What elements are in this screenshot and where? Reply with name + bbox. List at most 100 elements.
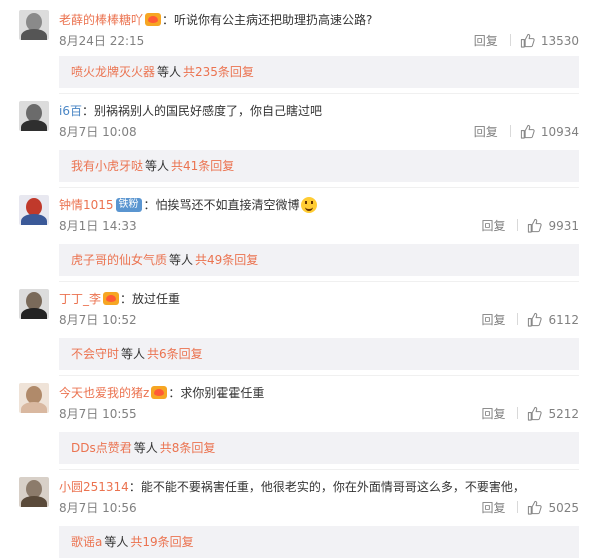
like-count: 5212 [548,407,579,421]
comment-meta: 8月7日 10:52 回复 6112 [59,311,579,329]
comment-time: 8月7日 10:56 [59,501,137,515]
sub-reply-user[interactable]: 歌谣a [71,535,102,549]
comment-actions: 回复 5212 [481,405,579,423]
comment-divider [59,281,579,282]
username-link[interactable]: 小圆251314 [59,480,129,494]
comment-line: 丁丁_李 ：放过任重 [59,289,180,309]
sub-reply-user[interactable]: 我有小虎牙哒 [71,159,143,173]
reply-button[interactable]: 回复 [481,501,505,515]
sub-reply-user[interactable]: 喷火龙牌灭火器 [71,65,155,79]
username-link[interactable]: 钟情1015 [59,198,114,212]
comment-time: 8月24日 22:15 [59,34,145,48]
like-count: 10934 [540,125,579,139]
action-divider [509,125,511,137]
like-count: 13530 [540,34,579,48]
username-link[interactable]: 老薛的棒棒糖吖 [59,13,143,27]
smile-emoji-icon [300,196,317,213]
comment-text: ：求你别霍霍任重 [168,386,265,400]
sub-reply-separator: 等人 [104,535,129,549]
comment-line: 小圆251314：能不能不要祸害任重，他很老实的，你在外面情哥哥这么多，不要害他… [59,477,525,497]
comment-actions: 回复 9931 [481,217,579,235]
action-divider [517,219,519,231]
action-divider [509,34,511,46]
sub-reply-user[interactable]: DDs点赞君 [71,441,132,455]
sub-reply-user[interactable]: 不会守时 [71,347,119,361]
comment-time: 8月7日 10:52 [59,313,137,327]
more-replies-link[interactable]: 共235条回复 [183,65,254,79]
username-link[interactable]: 今天也爱我的猪z [59,386,149,400]
thumbs-up-icon[interactable] [520,124,535,139]
comment-meta: 8月7日 10:56 回复 5025 [59,499,579,517]
reply-button[interactable]: 回复 [481,313,505,327]
more-replies-link[interactable]: 共49条回复 [195,253,258,267]
sub-reply-separator: 等人 [133,441,158,455]
comment-divider [59,375,579,376]
comment-actions: 回复 6112 [481,311,579,329]
reply-button[interactable]: 回复 [481,407,505,421]
comment-actions: 回复 10934 [474,123,579,141]
comment-divider [59,187,579,188]
username-link[interactable]: i6百 [59,104,82,118]
comment-text: ：放过任重 [120,292,181,306]
thumbs-up-icon[interactable] [527,312,543,327]
action-divider [517,407,519,419]
avatar[interactable] [19,477,49,507]
comment-time: 8月7日 10:55 [59,407,137,421]
reply-button[interactable]: 回复 [474,125,498,139]
thumbs-up-icon[interactable] [520,33,535,48]
comment-actions: 回复 13530 [474,32,579,50]
like-count: 5025 [548,501,579,515]
comment-line: 钟情1015 铁粉 ：怕挨骂还不如直接清空微博 [59,195,317,215]
more-replies-link[interactable]: 共19条回复 [130,535,193,549]
sub-reply-separator: 等人 [157,65,182,79]
vip-badge-icon [145,13,162,26]
more-replies-link[interactable]: 共41条回复 [171,159,234,173]
action-divider [517,501,519,513]
vip-badge-icon [151,386,168,399]
comment-time: 8月1日 14:33 [59,219,137,233]
avatar[interactable] [19,195,49,225]
comment-divider [59,93,579,94]
comment-meta: 8月7日 10:55 回复 5212 [59,405,579,423]
sub-replies-box[interactable]: 不会守时 等人 共6条回复 [59,338,579,370]
action-divider [517,313,519,325]
comment-divider [59,469,579,470]
comment-text: ：能不能不要祸害任重，他很老实的，你在外面情哥哥这么多，不要害他， [128,480,525,494]
like-count: 9931 [548,219,579,233]
comment-line: 今天也爱我的猪z ：求你别霍霍任重 [59,383,264,403]
thumbs-up-icon[interactable] [527,500,543,515]
more-replies-link[interactable]: 共8条回复 [160,441,216,455]
sub-replies-box[interactable]: 虎子哥的仙女气质 等人 共49条回复 [59,244,579,276]
comment-actions: 回复 5025 [481,499,579,517]
comment-line: 老薛的棒棒糖吖 ：听说你有公主病还把助理扔高速公路? [59,10,372,30]
sub-replies-box[interactable]: 喷火龙牌灭火器 等人 共235条回复 [59,56,579,88]
sub-replies-box[interactable]: 我有小虎牙哒 等人 共41条回复 [59,150,579,182]
sub-reply-user[interactable]: 虎子哥的仙女气质 [71,253,167,267]
comment-meta: 8月1日 14:33 回复 9931 [59,217,579,235]
comment-text: ：听说你有公主病还把助理扔高速公路? [162,13,373,27]
comment-text: ：别祸祸别人的国民好感度了，你自己瞎过吧 [81,104,322,118]
reply-button[interactable]: 回复 [474,34,498,48]
sub-reply-separator: 等人 [145,159,170,173]
sub-reply-separator: 等人 [121,347,146,361]
sub-reply-separator: 等人 [169,253,194,267]
avatar[interactable] [19,10,49,40]
comment-text: ：怕挨骂还不如直接清空微博 [143,198,300,212]
more-replies-link[interactable]: 共6条回复 [147,347,203,361]
sub-replies-box[interactable]: DDs点赞君 等人 共8条回复 [59,432,579,464]
vip-badge-icon [103,292,120,305]
reply-button[interactable]: 回复 [481,219,505,233]
avatar[interactable] [19,383,49,413]
fan-badge: 铁粉 [115,197,142,212]
comment-time: 8月7日 10:08 [59,125,137,139]
thumbs-up-icon[interactable] [527,406,543,421]
comment-line: i6百：别祸祸别人的国民好感度了，你自己瞎过吧 [59,101,322,121]
avatar[interactable] [19,101,49,131]
sub-replies-box[interactable]: 歌谣a 等人 共19条回复 [59,526,579,558]
username-link[interactable]: 丁丁_李 [59,292,101,306]
comment-meta: 8月7日 10:08 回复 10934 [59,123,579,141]
thumbs-up-icon[interactable] [527,218,543,233]
avatar[interactable] [19,289,49,319]
like-count: 6112 [548,313,579,327]
comment-meta: 8月24日 22:15 回复 13530 [59,32,579,50]
